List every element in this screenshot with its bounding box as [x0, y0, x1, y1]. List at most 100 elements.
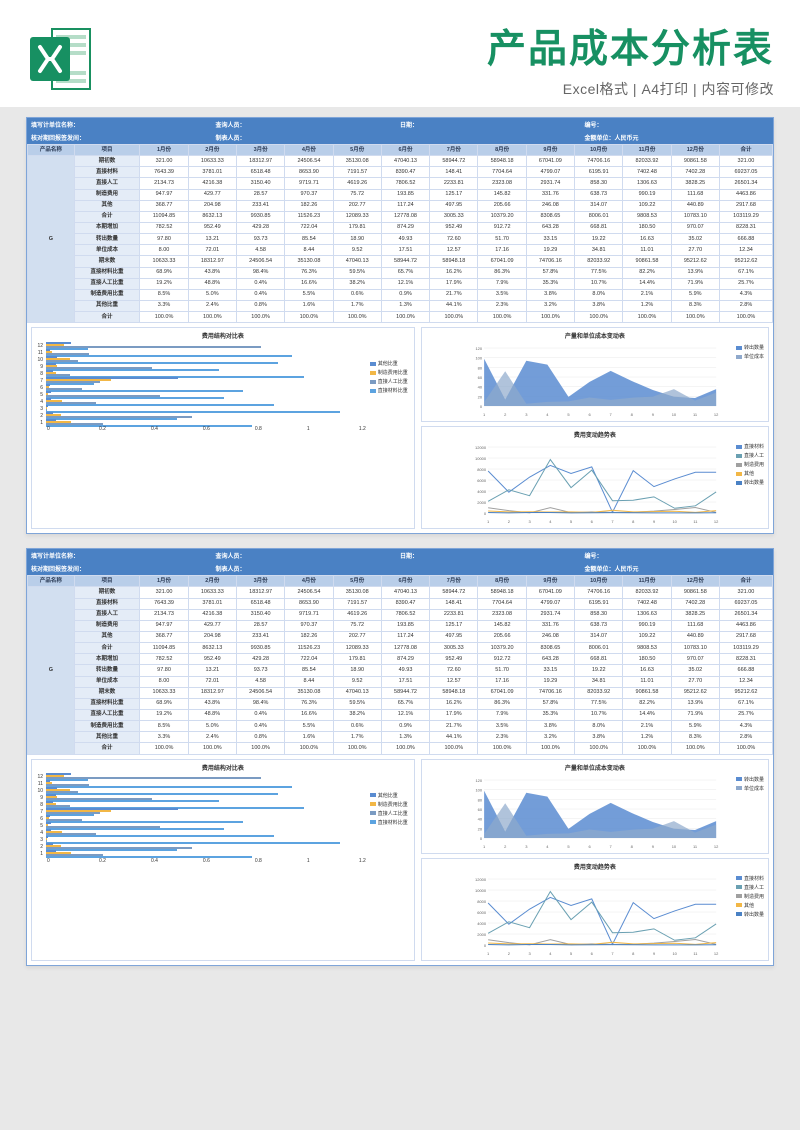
cell: 666.88: [719, 234, 772, 245]
table-row: 合计100.0%100.0%100.0%100.0%100.0%100.0%10…: [28, 312, 773, 323]
cell: 180.50: [623, 222, 671, 233]
row-header: 直接人工: [74, 609, 140, 620]
cell: 125.17: [430, 189, 478, 200]
cell: 57.8%: [526, 698, 574, 709]
cell: 48.8%: [188, 278, 236, 289]
svg-text:0: 0: [484, 943, 487, 948]
cell: 13.21: [188, 665, 236, 676]
cell: 13.9%: [671, 267, 719, 278]
cell: 44.1%: [430, 300, 478, 311]
col-header: 2月份: [188, 576, 236, 587]
svg-text:5: 5: [570, 519, 573, 524]
cell: 72.60: [430, 234, 478, 245]
cell: 952.49: [188, 654, 236, 665]
cell: 95212.62: [719, 256, 772, 267]
row-header: 其他: [74, 631, 140, 642]
svg-text:20: 20: [477, 395, 482, 400]
cell: 58944.72: [430, 587, 478, 598]
cell: 58944.72: [430, 156, 478, 167]
cell: 75.72: [333, 620, 381, 631]
cell: 100.0%: [333, 312, 381, 323]
cell: 668.81: [575, 222, 623, 233]
cell: 19.22: [575, 234, 623, 245]
cell: 440.89: [671, 200, 719, 211]
cell: 58948.18: [430, 256, 478, 267]
cell: 49.93: [381, 665, 429, 676]
cell: 8308.65: [526, 643, 574, 654]
cell: 233.41: [236, 200, 284, 211]
line-chart: 费用变动趋势表020004000600080001000012000123456…: [421, 426, 769, 529]
cell: 202.77: [333, 200, 381, 211]
table-row: 期末数10633.3318312.9724506.5435130.0847040…: [28, 256, 773, 267]
cell: 58948.18: [478, 156, 526, 167]
cell: 3.2%: [526, 732, 574, 743]
cell: 11526.23: [285, 211, 333, 222]
cell: 72.01: [188, 676, 236, 687]
cell: 11.01: [623, 676, 671, 687]
cell: 67041.09: [478, 687, 526, 698]
cell: 35.3%: [526, 709, 574, 720]
svg-text:11: 11: [693, 519, 698, 524]
cell: 111.68: [671, 189, 719, 200]
svg-text:10: 10: [671, 844, 676, 849]
cell: 77.5%: [575, 267, 623, 278]
cell: 90861.58: [623, 687, 671, 698]
cell: 35130.08: [285, 687, 333, 698]
cell: 4216.38: [188, 178, 236, 189]
col-header: 1月份: [140, 576, 188, 587]
cell: 722.04: [285, 222, 333, 233]
cell: 100.0%: [285, 312, 333, 323]
table-row: 直接材料7643.393781.016518.488653.907191.578…: [28, 167, 773, 178]
cell: 100.0%: [719, 312, 772, 323]
svg-text:4: 4: [549, 951, 552, 956]
cell: 874.29: [381, 654, 429, 665]
cell: 182.26: [285, 200, 333, 211]
cell: 782.52: [140, 654, 188, 665]
svg-text:12: 12: [714, 412, 719, 417]
sheet-preview-2: 填写计单位名称：查询人员：日期：编号：核对期回报签发间：制表人员：金额单位：人民…: [26, 548, 774, 965]
svg-text:6000: 6000: [477, 478, 487, 483]
cell: 321.00: [719, 587, 772, 598]
cell: 145.82: [478, 620, 526, 631]
svg-text:10: 10: [671, 412, 676, 417]
cell: 68.9%: [140, 698, 188, 709]
cell: 12089.33: [333, 211, 381, 222]
cell: 82033.92: [623, 587, 671, 598]
cell: 26501.34: [719, 178, 772, 189]
cell: 874.29: [381, 222, 429, 233]
row-header: 期初数: [74, 587, 140, 598]
cell: 2.1%: [623, 721, 671, 732]
cell: 5.9%: [671, 721, 719, 732]
cell: 6195.91: [575, 598, 623, 609]
info-band-1: 填写计单位名称：查询人员：日期：编号：: [27, 549, 773, 562]
cell: 13.21: [188, 234, 236, 245]
cell: 2917.68: [719, 200, 772, 211]
col-header: 8月份: [478, 576, 526, 587]
cell: 100.0%: [671, 743, 719, 754]
cell: 24506.54: [285, 156, 333, 167]
svg-text:2: 2: [504, 412, 507, 417]
cell: 4463.86: [719, 620, 772, 631]
row-header: 单位成本: [74, 676, 140, 687]
excel-icon: [26, 23, 98, 95]
svg-text:7: 7: [611, 519, 614, 524]
cell: 100.0%: [430, 743, 478, 754]
cell: 4619.26: [333, 178, 381, 189]
svg-text:6: 6: [590, 951, 593, 956]
cell: 100.0%: [140, 312, 188, 323]
col-header: 5月份: [333, 145, 381, 156]
cell: 3.5%: [478, 721, 526, 732]
svg-text:12: 12: [714, 844, 719, 849]
cell: 111.68: [671, 620, 719, 631]
cell: 10783.10: [671, 643, 719, 654]
cell: 85.54: [285, 234, 333, 245]
cell: 58944.72: [381, 687, 429, 698]
row-header: 合计: [74, 211, 140, 222]
cell: 8.44: [285, 676, 333, 687]
cell: 38.2%: [333, 709, 381, 720]
cell: 204.98: [188, 631, 236, 642]
cell: 12778.08: [381, 211, 429, 222]
cell: 9.52: [333, 676, 381, 687]
cell: 47040.13: [381, 156, 429, 167]
cell: 5.5%: [285, 721, 333, 732]
